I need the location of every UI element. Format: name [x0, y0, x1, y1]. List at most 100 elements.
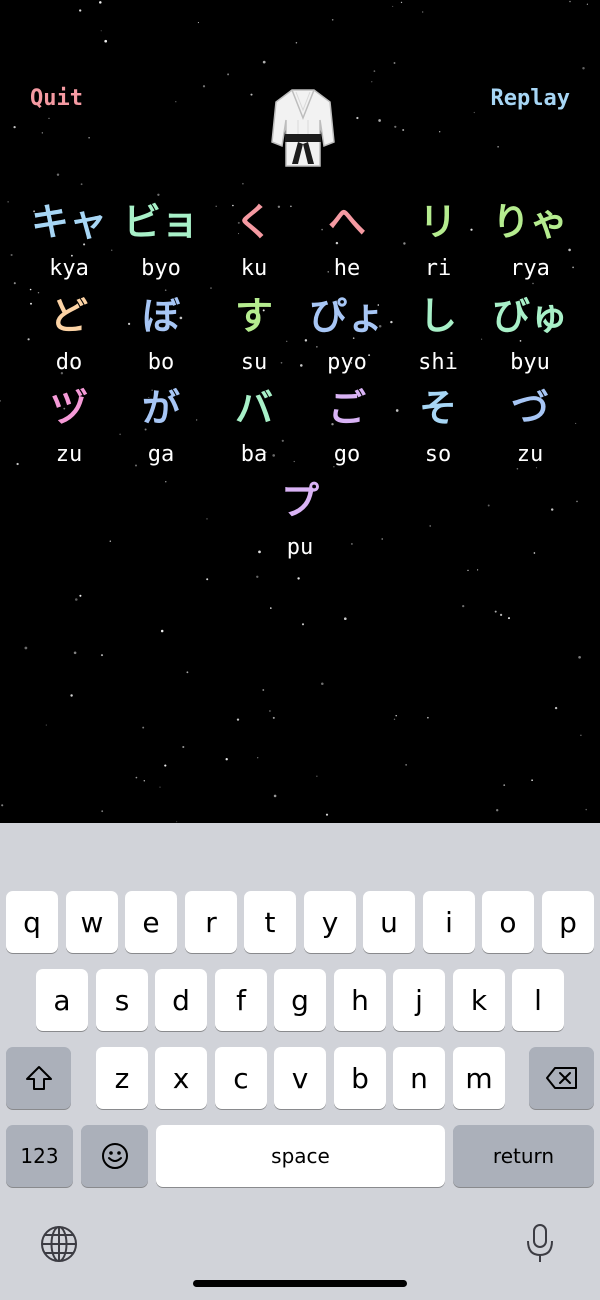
numbers-key[interactable]: 123 — [6, 1125, 73, 1187]
star — [79, 9, 82, 12]
star — [569, 0, 571, 3]
key-b[interactable]: b — [334, 1047, 386, 1109]
star — [164, 289, 167, 291]
star — [427, 716, 429, 719]
kana-character: ご — [327, 386, 366, 430]
key-m[interactable]: m — [453, 1047, 505, 1109]
star — [422, 11, 424, 13]
star — [393, 718, 396, 720]
kana-card: ビョ byo — [115, 200, 207, 282]
star — [582, 67, 585, 70]
star — [395, 714, 397, 717]
emoji-icon — [101, 1143, 128, 1169]
kana-character: プ — [280, 479, 319, 523]
key-o[interactable]: o — [482, 891, 534, 953]
star — [331, 19, 334, 21]
romaji-label: go — [333, 442, 361, 467]
star — [70, 694, 73, 697]
star — [101, 810, 104, 813]
key-p[interactable]: p — [542, 891, 594, 953]
emoji-key[interactable] — [81, 1125, 148, 1187]
kana-character: キャ — [30, 200, 107, 244]
star — [373, 70, 376, 72]
star — [135, 776, 138, 779]
kana-character: ビョ — [122, 200, 199, 244]
romaji-label: so — [424, 442, 452, 467]
key-u[interactable]: u — [363, 891, 415, 953]
romaji-label: ri — [424, 256, 452, 281]
key-w[interactable]: w — [66, 891, 118, 953]
star — [494, 610, 497, 613]
star — [0, 399, 2, 402]
key-d[interactable]: d — [155, 969, 207, 1031]
star — [143, 780, 146, 782]
star — [295, 42, 298, 44]
key-l[interactable]: l — [512, 969, 564, 1031]
kana-card: キャ kya — [23, 200, 115, 282]
delete-key[interactable] — [529, 1047, 594, 1109]
key-f[interactable]: f — [215, 969, 267, 1031]
star — [142, 726, 145, 729]
star — [531, 779, 533, 782]
key-t[interactable]: t — [244, 891, 296, 953]
romaji-label: pyo — [327, 350, 367, 375]
key-i[interactable]: i — [423, 891, 475, 953]
star — [497, 145, 499, 148]
star — [272, 716, 275, 719]
romaji-label: byo — [141, 256, 181, 281]
kana-card: ど do — [23, 294, 115, 376]
return-key[interactable]: return — [453, 1125, 594, 1187]
key-a[interactable]: a — [36, 969, 88, 1031]
shift-key[interactable] — [6, 1047, 71, 1109]
kana-card: ご go — [301, 386, 393, 468]
kana-card: す su — [208, 294, 300, 376]
globe-button[interactable] — [40, 1225, 78, 1267]
key-n[interactable]: n — [393, 1047, 445, 1109]
key-v[interactable]: v — [274, 1047, 326, 1109]
key-r[interactable]: r — [185, 891, 237, 953]
key-h[interactable]: h — [334, 969, 386, 1031]
replay-button[interactable]: Replay — [491, 86, 570, 111]
star — [532, 282, 534, 285]
kana-character: バ — [234, 386, 273, 430]
key-q[interactable]: q — [6, 891, 58, 953]
key-g[interactable]: g — [274, 969, 326, 1031]
kana-character: ぼ — [141, 294, 180, 338]
key-s[interactable]: s — [96, 969, 148, 1031]
key-j[interactable]: j — [393, 969, 445, 1031]
star — [439, 131, 441, 133]
romaji-label: shi — [418, 350, 458, 375]
kana-character: し — [418, 294, 457, 338]
star — [516, 467, 519, 470]
star — [182, 745, 185, 749]
star — [165, 481, 167, 483]
microphone-button[interactable] — [525, 1223, 555, 1269]
romaji-label: su — [240, 350, 268, 375]
romaji-label: rya — [510, 256, 550, 281]
key-x[interactable]: x — [155, 1047, 207, 1109]
star — [554, 706, 558, 710]
star — [13, 282, 16, 285]
romaji-label: pu — [286, 535, 314, 560]
quit-button[interactable]: Quit — [30, 86, 83, 111]
key-k[interactable]: k — [453, 969, 505, 1031]
kana-character: が — [141, 386, 180, 430]
key-z[interactable]: z — [96, 1047, 148, 1109]
star — [462, 604, 465, 608]
martial-arts-uniform-icon — [271, 89, 335, 167]
delete-icon — [545, 1067, 577, 1089]
star — [202, 85, 206, 88]
star — [29, 288, 32, 291]
star — [356, 116, 359, 120]
star — [56, 173, 60, 176]
key-c[interactable]: c — [215, 1047, 267, 1109]
kana-card: が ga — [115, 386, 207, 468]
key-y[interactable]: y — [304, 891, 356, 953]
star — [487, 504, 490, 507]
star — [580, 734, 582, 737]
star — [242, 182, 244, 185]
kana-card: ヅ zu — [23, 386, 115, 468]
key-e[interactable]: e — [125, 891, 177, 953]
space-key[interactable]: space — [156, 1125, 445, 1187]
star — [99, 1, 102, 4]
